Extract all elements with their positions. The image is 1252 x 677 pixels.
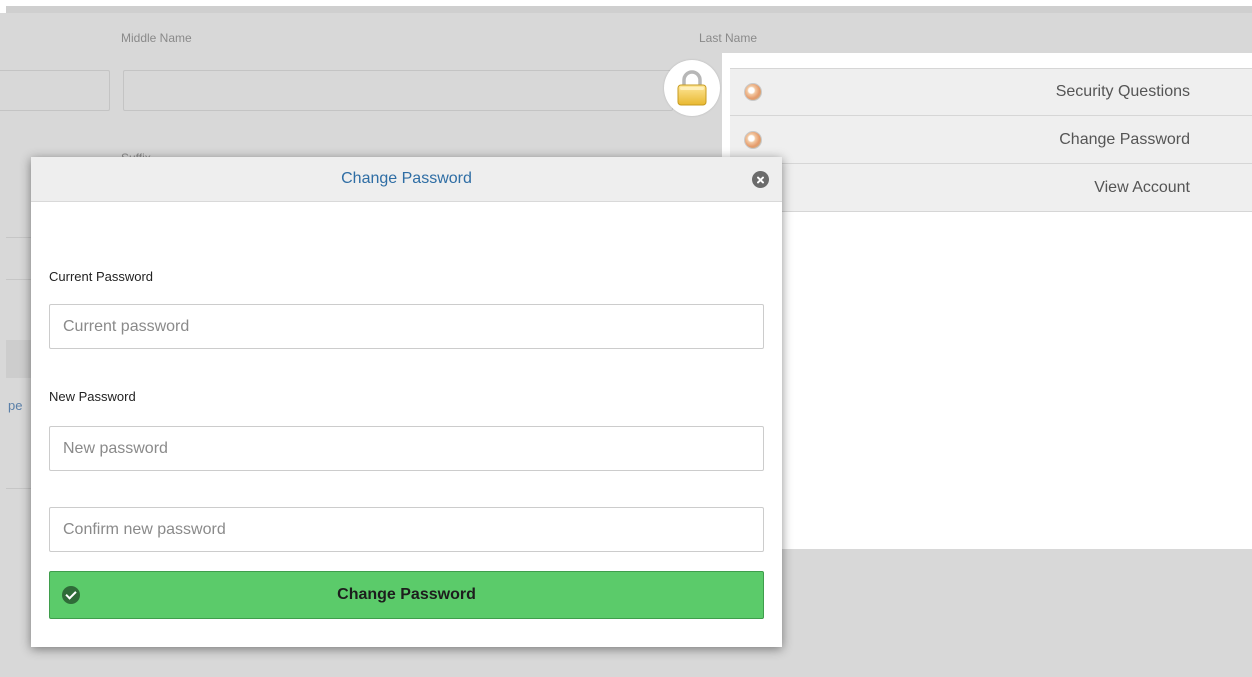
middle-name-label: Middle Name	[121, 31, 192, 45]
menu-item-label: View Account	[1094, 178, 1190, 196]
change-password-button-label: Change Password	[337, 586, 476, 603]
divider	[6, 488, 31, 489]
lock-badge	[664, 60, 720, 116]
menu-item-view-account[interactable]: View Account	[730, 164, 1252, 212]
new-password-field[interactable]	[49, 426, 764, 471]
modal-header: Change Password	[31, 157, 782, 202]
menu-item-label: Change Password	[1059, 130, 1190, 148]
change-password-modal: Change Password Current Password New Pas…	[31, 157, 782, 647]
divider	[6, 237, 31, 238]
current-password-label: Current Password	[49, 269, 154, 284]
check-icon	[62, 586, 80, 604]
security-questions-icon	[744, 83, 762, 101]
middle-name-input-dimmed[interactable]	[123, 70, 673, 111]
background-link[interactable]: pe	[8, 398, 22, 413]
last-name-label: Last Name	[699, 31, 758, 45]
current-password-field[interactable]	[49, 304, 764, 349]
divider	[6, 279, 31, 280]
background-row	[6, 340, 31, 378]
page: Middle Name Last Name Suffix pe Security…	[0, 0, 1252, 677]
lock-icon	[677, 70, 707, 106]
menu-item-security-questions[interactable]: Security Questions	[730, 68, 1252, 116]
first-name-input-dimmed[interactable]	[0, 70, 110, 111]
menu-item-change-password[interactable]: Change Password	[730, 116, 1252, 164]
menu-item-label: Security Questions	[1055, 83, 1190, 100]
change-password-icon	[744, 130, 762, 149]
account-menu: Security Questions Change Password View …	[730, 68, 1252, 212]
change-password-button[interactable]: Change Password	[49, 571, 764, 619]
modal-title: Change Password	[341, 170, 472, 187]
new-password-label: New Password	[49, 389, 136, 404]
confirm-password-field[interactable]	[49, 507, 764, 552]
close-icon[interactable]	[752, 171, 769, 188]
top-bar	[0, 0, 1252, 13]
